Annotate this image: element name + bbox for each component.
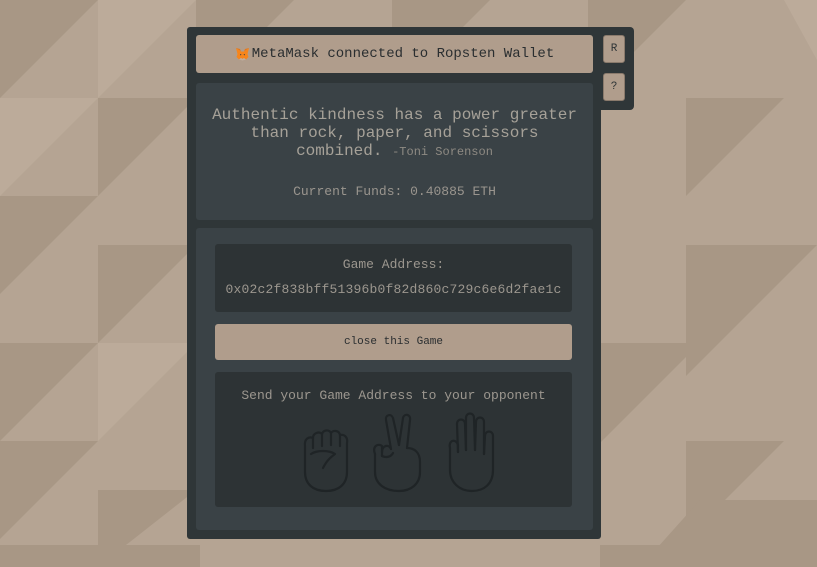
wallet-status-text: MetaMask connected to Ropsten Wallet bbox=[251, 46, 555, 62]
quote-author: -Toni Sorenson bbox=[392, 145, 493, 159]
game-address-value[interactable]: 0x02c2f838bff51396b0f82d860c729c6e6d2fae… bbox=[215, 282, 572, 297]
help-button[interactable]: ? bbox=[603, 73, 625, 101]
close-game-button[interactable]: close this Game bbox=[215, 324, 572, 360]
metamask-fox-icon bbox=[235, 48, 249, 61]
rock-paper-scissors-illustration bbox=[303, 412, 495, 493]
reset-button[interactable]: R bbox=[603, 35, 625, 63]
quote-card: Authentic kindness has a power greater t… bbox=[196, 83, 593, 220]
main-panel: MetaMask connected to Ropsten Wallet Aut… bbox=[187, 27, 601, 539]
game-address-label: Game Address: bbox=[342, 257, 445, 272]
quote: Authentic kindness has a power greater t… bbox=[210, 106, 579, 161]
send-instruction-text: Send your Game Address to your opponent bbox=[241, 388, 546, 403]
wallet-status-bar: MetaMask connected to Ropsten Wallet bbox=[196, 35, 593, 73]
send-address-box: Send your Game Address to your opponent bbox=[215, 372, 572, 507]
game-address-box: Game Address: 0x02c2f838bff51396b0f82d86… bbox=[215, 244, 572, 312]
current-funds: Current Funds: 0.40885 ETH bbox=[293, 184, 496, 199]
rock-fist-icon bbox=[303, 429, 349, 493]
game-card: Game Address: 0x02c2f838bff51396b0f82d86… bbox=[196, 228, 593, 530]
paper-hand-icon bbox=[448, 412, 495, 493]
scissors-hand-icon bbox=[373, 413, 422, 493]
side-button-panel: R ? bbox=[596, 27, 634, 110]
